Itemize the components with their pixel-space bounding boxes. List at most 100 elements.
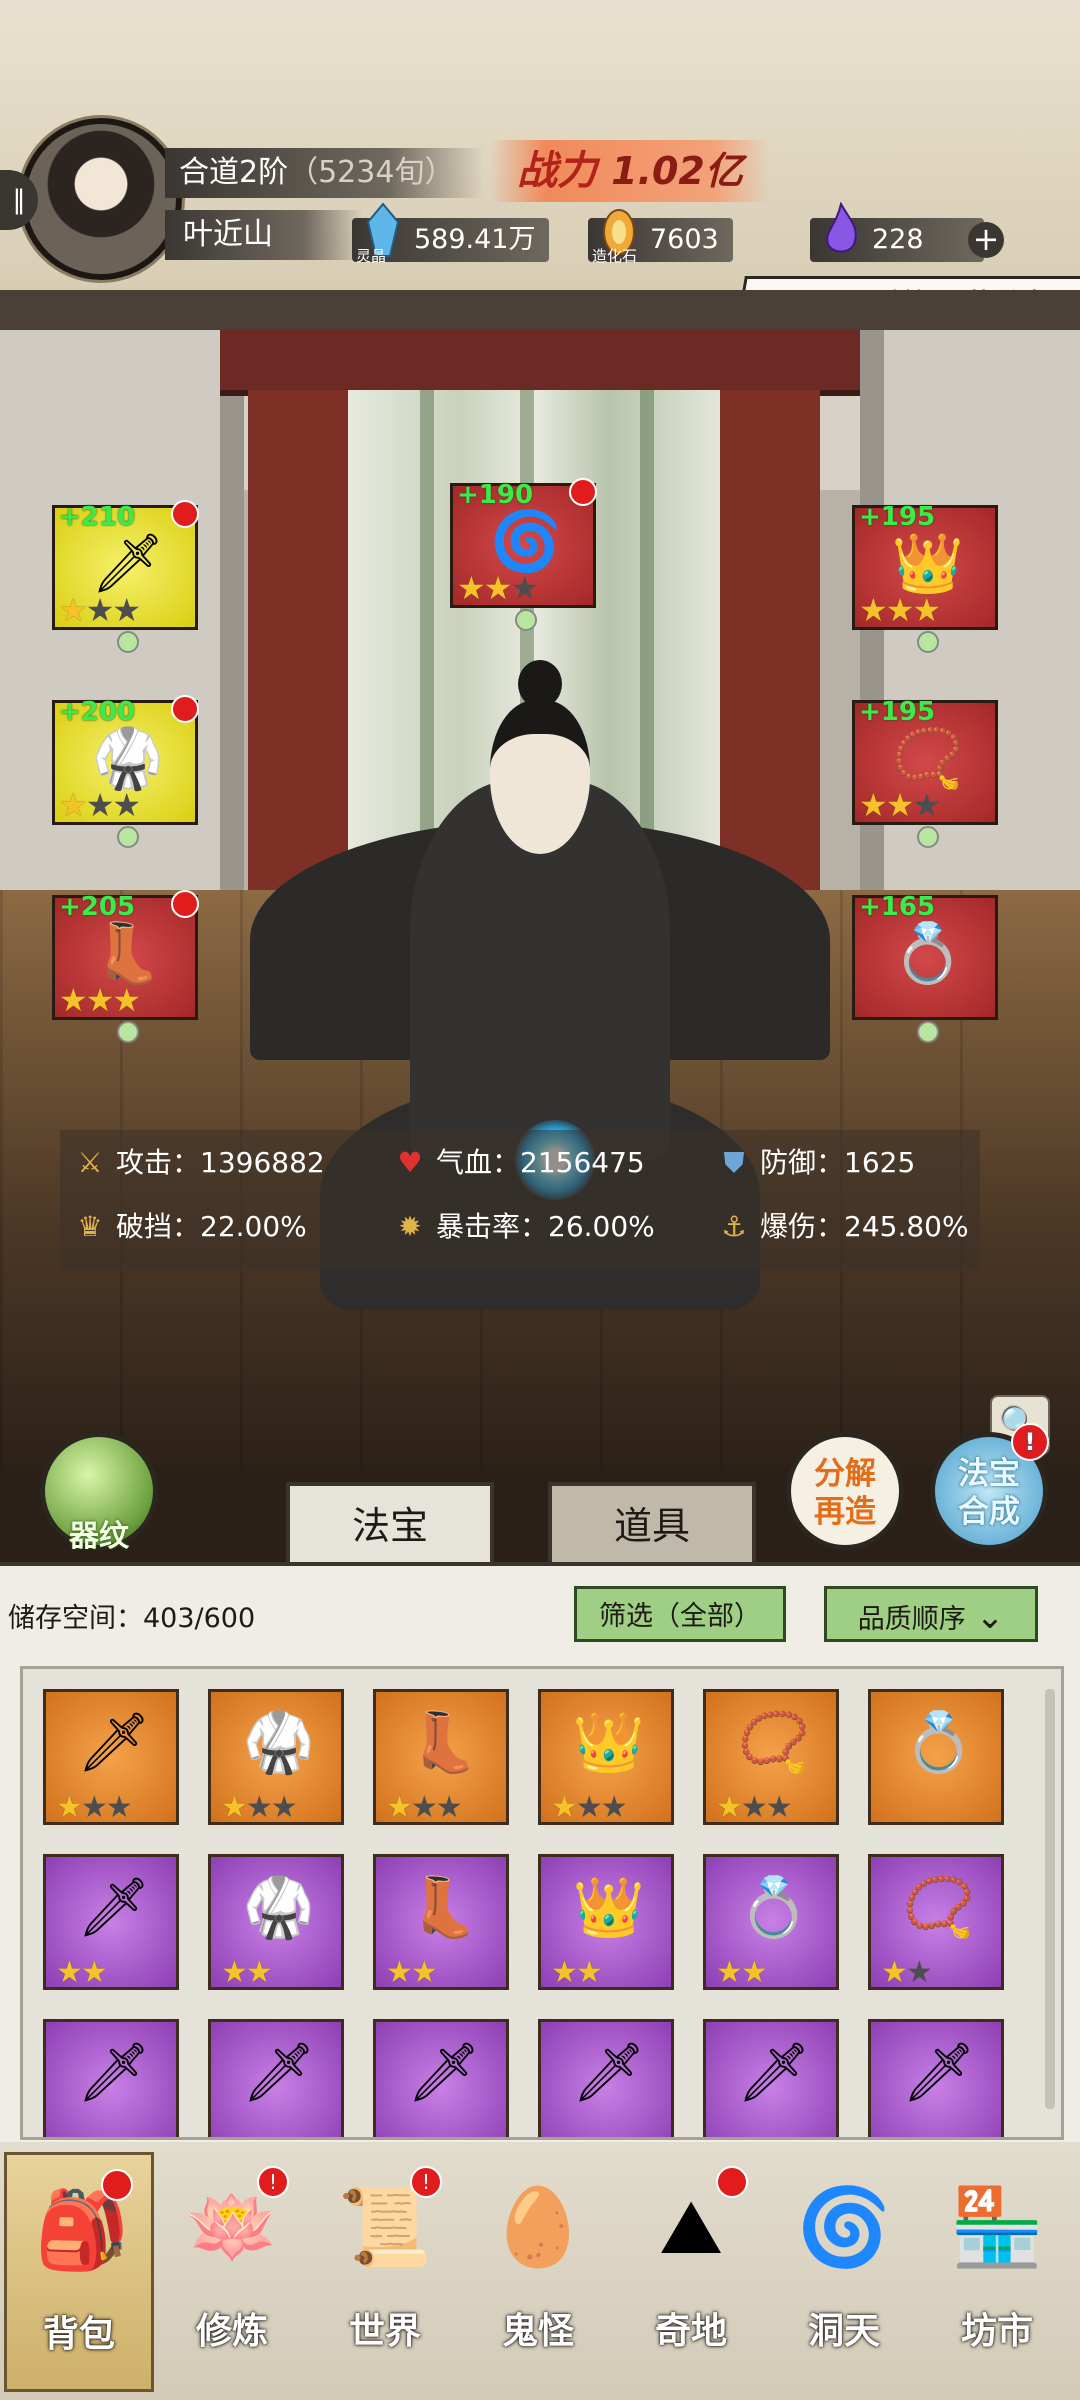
circlet-icon: 👑 (572, 1873, 646, 1941)
nav-item-scroll-map[interactable]: 📜 世界! (310, 2152, 460, 2392)
qiwen-label: 器纹 (69, 1519, 129, 1554)
nav-item-mountain-shrine[interactable]: ⛰ 奇地 (616, 2152, 766, 2392)
inventory-item[interactable]: 🗡 (43, 2019, 179, 2137)
cultivator-head (490, 700, 590, 854)
ring-icon: 💍 (902, 1708, 976, 1776)
star-rating: ★★ (56, 1955, 108, 1990)
cultivation-rank: 合道2阶（5234旬） (165, 148, 484, 198)
shield-icon: ⛊ (723, 1146, 745, 1179)
sword-icon: ⚔ (77, 1146, 103, 1179)
nav-item-portal[interactable]: 🌀 洞天 (769, 2152, 919, 2392)
nav-item-bag[interactable]: 🎒 背包 (4, 2152, 154, 2392)
sort-dropdown[interactable]: 品质顺序 ⌄ (824, 1586, 1038, 1642)
defense-value: 防御：1625 (760, 1146, 916, 1179)
inventory-item[interactable]: 💍 (868, 1689, 1004, 1825)
equip-slot-armor[interactable]: +200 🥋 ★★★ (52, 695, 199, 848)
inventory-item[interactable]: 🗡 ★★ (43, 1854, 179, 1990)
ring-icon: 💍 (737, 1873, 811, 1941)
star-rating: ★★★ (386, 1790, 463, 1825)
nav-item-demon-egg[interactable]: 🥚 鬼怪 (463, 2152, 613, 2392)
qiwen-button[interactable]: 器纹 (40, 1432, 158, 1554)
player-name: 叶近山 (165, 210, 363, 260)
equip-slot-talisman[interactable]: +190 🌀 ★★★ (450, 478, 597, 631)
inventory-item[interactable]: 👑 ★★★ (538, 1689, 674, 1825)
age-text: （5234旬） (288, 155, 455, 190)
star-rating: ★★ (716, 1955, 768, 1990)
purple-flame-icon (826, 202, 857, 253)
equip-slot-ring[interactable]: +165 💍 (852, 892, 998, 1043)
robe-icon: 🥋 (91, 724, 165, 792)
inventory-panel: 储存空间：403/600 筛选（全部） 品质顺序 ⌄ 🗡 ★★★ 🥋 ★★★ 👢 ★★★ 👑 ★… (0, 1562, 1080, 2146)
notification-dot (171, 695, 199, 723)
equip-slot-circlet[interactable]: +195 👑 ★★★ (852, 502, 998, 653)
burst-icon: ✹ (398, 1210, 422, 1243)
nav-label: 奇地 (654, 2311, 727, 2352)
tab-items[interactable]: 道具 (548, 1482, 756, 1562)
inventory-item[interactable]: 🗡 (373, 2019, 509, 2137)
inventory-item[interactable]: 🥋 ★★★ (208, 1689, 344, 1825)
staff-icon: 🗡 (407, 2038, 481, 2106)
sort-label: 品质顺序 (857, 1604, 966, 1635)
filter-button[interactable]: 筛选（全部） (574, 1586, 786, 1642)
stats-panel: ⚔ 攻击：1396882 ♥ 气血：2156475 ⛊ 防御：1625 ♛ 破挡：22.… (60, 1130, 980, 1270)
storage-capacity: 储存空间：403/600 (8, 1603, 256, 1634)
tab-treasure[interactable]: 法宝 (286, 1482, 494, 1562)
scrollbar[interactable] (1045, 1689, 1055, 2109)
purple-flame-counter[interactable]: 228 (810, 202, 984, 262)
inventory-item[interactable]: 📿 ★★★ (703, 1689, 839, 1825)
inventory-item[interactable]: 🥋 ★★ (208, 1854, 344, 1990)
pendant-icon: 📿 (737, 1708, 811, 1776)
spirit-crystal-caption: 灵晶 (356, 247, 387, 265)
cloud-emblem-icon: 🌀 (489, 507, 563, 575)
star-rating: ★★★ (56, 1790, 133, 1825)
heart-icon: ♥ (397, 1146, 423, 1179)
equip-slot-weapon[interactable]: +210 🗡 ★★★ (52, 500, 199, 653)
inventory-item[interactable]: 👢 ★★★ (373, 1689, 509, 1825)
decompose-label-1: 分解 (814, 1456, 876, 1492)
nav-item-lotus[interactable]: 🪷 修炼! (157, 2152, 307, 2392)
inventory-item[interactable]: 🗡 ★★★ (43, 1689, 179, 1825)
inventory-item[interactable]: 👢 ★★ (373, 1854, 509, 1990)
inventory-item[interactable]: 📿 ★★ (868, 1854, 1004, 1990)
boots-icon: 👢 (407, 1708, 481, 1776)
nav-label: 洞天 (807, 2311, 880, 2352)
inventory-item[interactable]: 💍 ★★ (703, 1854, 839, 1990)
gem-socket-icon (917, 1021, 939, 1043)
spirit-crystal-counter[interactable]: 灵晶 589.41万 (352, 202, 550, 265)
creation-stone-counter[interactable]: 造化石 7603 (588, 209, 733, 264)
nav-label: 世界 (348, 2311, 421, 2352)
nav-label: 坊市 (960, 2311, 1033, 2352)
star-rating: ★★★ (59, 786, 141, 824)
gem-socket-icon (117, 826, 139, 848)
add-currency-button[interactable]: + (968, 222, 1004, 258)
inventory-item[interactable]: 🗡 (538, 2019, 674, 2137)
inventory-grid[interactable]: 🗡 ★★★ 🥋 ★★★ 👢 ★★★ 👑 ★★★ 📿 ★★★ 💍 🗡 ★★ 🥋 ★★ 👢 ★★ 👑 ★★ 💍 ★★ 📿 ★★ 🗡… (20, 1666, 1064, 2140)
equip-slot-boots[interactable]: +205 👢 ★★★ (52, 890, 199, 1043)
inventory-item[interactable]: 👑 ★★ (538, 1854, 674, 1990)
staff-icon: 🗡 (572, 2038, 646, 2106)
crit-damage-value: 爆伤：245.80% (760, 1210, 969, 1243)
inventory-item[interactable]: 🗡 (703, 2019, 839, 2137)
power-label: 战力 (517, 148, 598, 194)
nav-label: 修炼 (195, 2311, 268, 2352)
inventory-item[interactable]: 🗡 (208, 2019, 344, 2137)
inventory-item[interactable]: 🗡 (868, 2019, 1004, 2137)
attack-value: 攻击：1396882 (116, 1146, 325, 1179)
power-value: 1.02亿 (611, 149, 743, 193)
equip-slot-pendant[interactable]: +195 📿 ★★★ (852, 697, 998, 848)
notification-badge (716, 2166, 748, 2198)
staff-icon: 🗡 (77, 1708, 151, 1776)
pendant-icon: 📿 (902, 1873, 976, 1941)
notification-badge: ! (410, 2166, 442, 2198)
staff-icon: 🗡 (77, 1873, 151, 1941)
decompose-rebuild-button[interactable]: 分解 再造 (786, 1432, 904, 1550)
star-rating: ★★ (881, 1955, 933, 1990)
meditating-cultivator[interactable] (250, 660, 830, 1460)
star-rating: ★★★ (457, 569, 539, 607)
nav-item-market-stall[interactable]: 🏪 坊市 (922, 2152, 1072, 2392)
nav-label: 鬼怪 (501, 2311, 574, 2352)
treasure-synthesis-button[interactable]: 法宝 合成 ! (930, 1423, 1049, 1550)
robe-icon: 🥋 (242, 1708, 316, 1776)
gem-socket-icon (117, 1021, 139, 1043)
player-avatar[interactable] (20, 118, 182, 280)
